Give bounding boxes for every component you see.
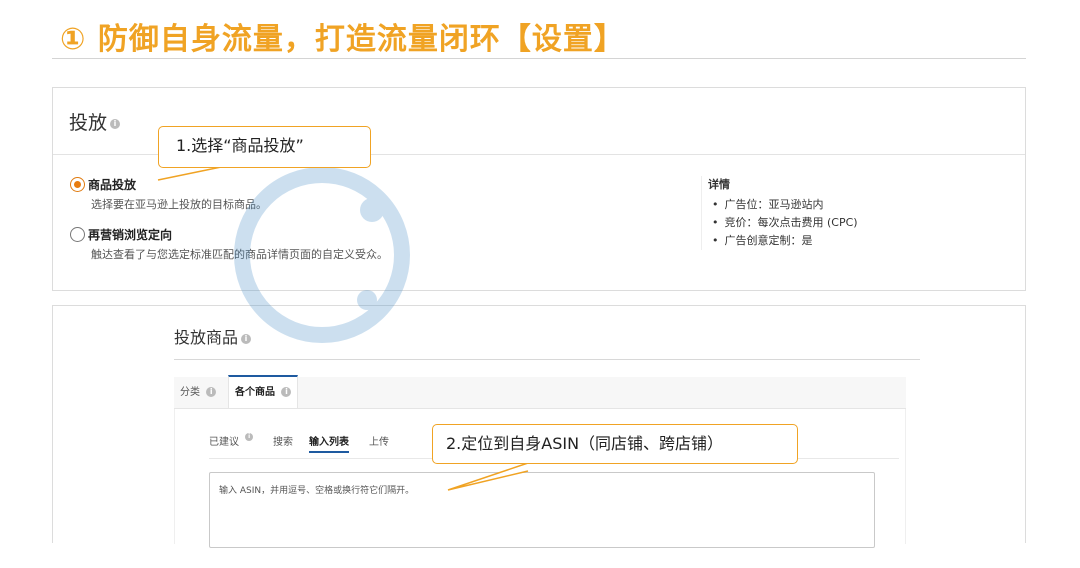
subtab-enter-list[interactable]: 输入列表 [309,433,349,453]
tab-category[interactable]: 分类 i [174,377,222,409]
details-title: 详情 [708,178,730,191]
details-item: 广告创意定制：是 [708,232,858,248]
details-box: 详情 广告位：亚马逊站内 竞价：每次点击费用 (CPC) 广告创意定制：是 [701,176,858,250]
tab-label: 分类 [180,387,200,398]
details-list: 广告位：亚马逊站内 竞价：每次点击费用 (CPC) 广告创意定制：是 [708,196,858,248]
radio-description: 触达查看了与您选定标准匹配的商品详情页面的自定义受众。 [91,248,388,261]
radio-remarketing[interactable]: 再营销浏览定向 [70,226,172,243]
subtab-suggested[interactable]: 已建议 i [209,433,254,448]
subtab-search[interactable]: 搜索 [273,433,293,448]
products-title-text: 投放商品 [174,328,239,347]
radio-product-targeting[interactable]: 商品投放 [70,176,136,193]
products-title: 投放商品 i [174,324,252,348]
products-divider [174,359,920,360]
tab-label: 各个商品 [235,387,275,398]
tab-bar: 分类 i 各个商品 i [174,375,906,409]
info-icon[interactable]: i [206,387,217,397]
tab-individual-products[interactable]: 各个商品 i [228,375,299,408]
details-item: 广告位：亚马逊站内 [708,196,858,212]
info-icon[interactable]: i [241,333,252,344]
subtab-upload[interactable]: 上传 [369,433,389,448]
asin-placeholder: 输入 ASIN，并用逗号、空格或换行符它们隔开。 [219,486,415,496]
targeting-title-text: 投放 [69,112,108,134]
targeting-title: 投放 i [69,108,121,135]
targeting-panel: 投放 i 商品投放 选择要在亚马逊上投放的目标商品。 再营销浏览定向 触达查看了与… [52,87,1026,291]
title-divider [52,58,1026,59]
radio-label: 再营销浏览定向 [88,228,173,242]
radio-selected-icon[interactable] [70,177,85,192]
info-icon[interactable]: i [245,433,254,441]
asin-input[interactable]: 输入 ASIN，并用逗号、空格或换行符它们隔开。 [209,472,875,548]
info-icon[interactable]: i [281,387,292,397]
details-item: 竞价：每次点击费用 (CPC) [708,214,858,230]
subtab-label: 已建议 [209,437,239,448]
slide-title: ① 防御自身流量，打造流量闭环【设置】 [60,22,625,57]
radio-unselected-icon[interactable] [70,227,85,242]
info-icon[interactable]: i [110,118,121,129]
callout-step1: 1.选择“商品投放” [158,126,371,168]
radio-label: 商品投放 [88,178,137,192]
radio-description: 选择要在亚马逊上投放的目标商品。 [91,198,267,211]
callout-step2: 2.定位到自身ASIN（同店铺、跨店铺） [432,424,798,464]
